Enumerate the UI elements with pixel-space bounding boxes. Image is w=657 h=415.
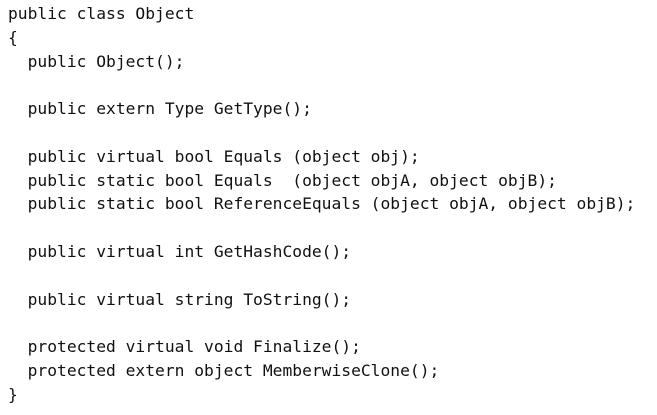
code-line-close-brace: } [8, 384, 18, 404]
code-line-referenceequals: public static bool ReferenceEquals (obje… [8, 194, 636, 214]
code-line-finalize: protected virtual void Finalize(); [8, 337, 361, 357]
code-line-gettype: public extern Type GetType(); [8, 99, 312, 119]
code-line-constructor: public Object(); [8, 51, 185, 71]
code-line-class-declaration: public class Object [8, 4, 195, 23]
code-line-equals-virtual: public virtual bool Equals (object obj); [8, 146, 420, 166]
code-line-gethashcode: public virtual int GetHashCode(); [8, 241, 352, 261]
code-line-equals-static: public static bool Equals (object objA, … [8, 170, 557, 190]
code-line-open-brace: { [8, 27, 18, 47]
code-line-tostring: public virtual string ToString(); [8, 289, 352, 309]
code-listing: public class Object { public Object(); pu… [8, 2, 635, 407]
code-line-memberwiseclone: protected extern object MemberwiseClone(… [8, 360, 440, 380]
